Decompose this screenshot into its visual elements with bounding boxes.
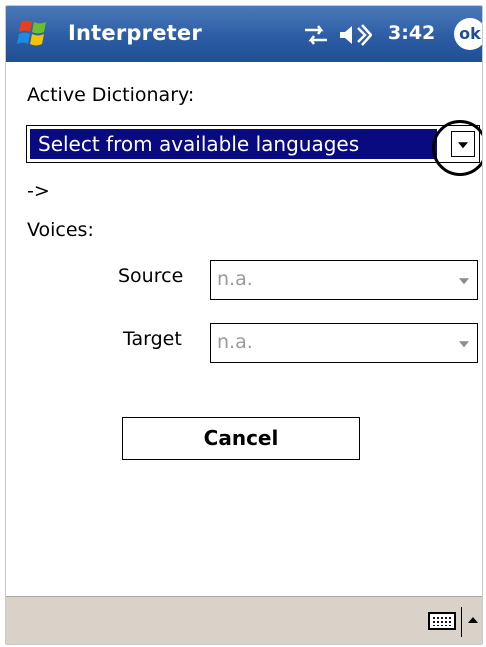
ok-button[interactable]: ok — [454, 18, 482, 50]
chevron-down-icon — [459, 341, 469, 348]
highlight-circle-annotation — [432, 120, 482, 176]
source-voice-select[interactable]: n.a. — [210, 260, 478, 300]
windows-start-icon[interactable] — [15, 19, 51, 49]
sync-icon[interactable] — [303, 24, 329, 46]
app-title: Interpreter — [68, 21, 202, 45]
cancel-button[interactable]: Cancel — [122, 417, 360, 460]
device-screen: Interpreter 3:42 ok Active Dictionary: S… — [5, 5, 483, 645]
source-label: Source — [118, 265, 184, 287]
target-voice-value: n.a. — [217, 331, 253, 353]
active-dictionary-select[interactable]: Select from available languages — [26, 125, 480, 163]
target-label: Target — [123, 328, 182, 350]
title-bar: Interpreter 3:42 ok — [6, 6, 482, 62]
chevron-down-icon — [459, 278, 469, 285]
input-menu-up-icon[interactable] — [468, 617, 478, 623]
voices-label: Voices: — [27, 219, 94, 241]
dictionary-selected-value[interactable]: Select from available languages — [30, 129, 437, 159]
speaker-icon[interactable] — [338, 23, 372, 47]
keyboard-icon[interactable] — [428, 612, 456, 630]
active-dictionary-label: Active Dictionary: — [27, 84, 195, 106]
target-voice-select[interactable]: n.a. — [210, 323, 478, 363]
clock[interactable]: 3:42 — [388, 22, 435, 44]
arrow-text: -> — [27, 180, 50, 202]
bottom-menu-bar — [6, 596, 482, 644]
divider — [461, 607, 462, 637]
source-voice-value: n.a. — [217, 268, 253, 290]
